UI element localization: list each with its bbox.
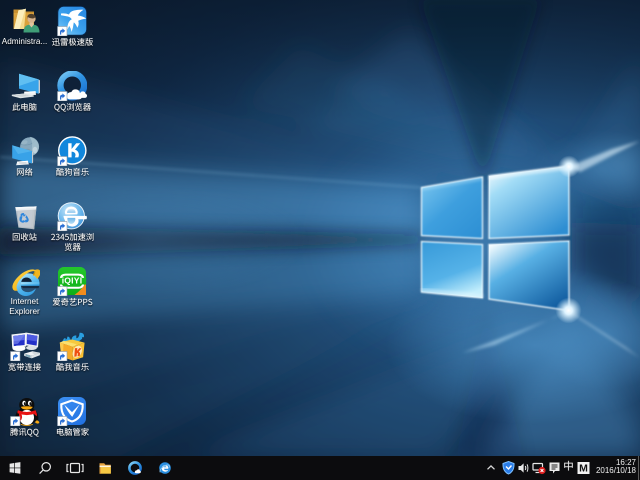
svg-text:M: M: [579, 463, 588, 475]
